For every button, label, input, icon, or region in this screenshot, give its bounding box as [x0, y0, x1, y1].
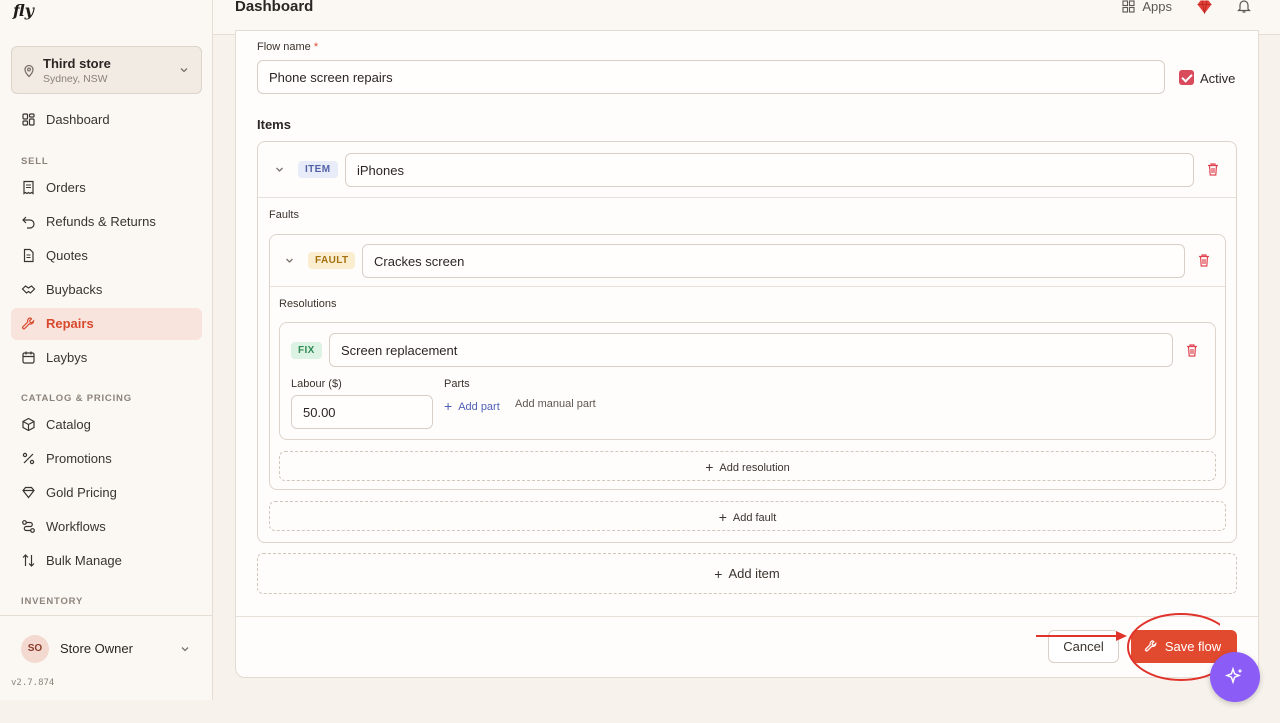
- flow-name-input[interactable]: Phone screen repairs: [257, 60, 1165, 94]
- app-logo[interactable]: fly: [13, 1, 34, 20]
- workflow-icon: [22, 520, 35, 533]
- sidebar-item-buybacks[interactable]: Buybacks: [11, 274, 202, 306]
- footer-divider: [236, 616, 1258, 617]
- add-part-link[interactable]: + Add part: [444, 398, 500, 414]
- sidebar: fly Third store Sydney, NSW Dashboard SE…: [0, 0, 213, 700]
- active-checkbox[interactable]: [1179, 70, 1194, 85]
- add-item-button[interactable]: + Add item: [257, 553, 1237, 594]
- grid-icon: [1122, 0, 1135, 13]
- plus-icon: +: [705, 459, 714, 475]
- parts-label: Parts: [444, 378, 470, 390]
- plus-icon: +: [714, 566, 723, 582]
- fault-card: FAULT Crackes screen Resolutions FIX Scr…: [269, 234, 1226, 490]
- box-icon: [22, 417, 35, 432]
- trash-icon[interactable]: [1185, 343, 1199, 358]
- gem-icon[interactable]: [1196, 0, 1213, 15]
- fault-badge: FAULT: [308, 252, 356, 269]
- chevron-down-icon: [181, 647, 189, 652]
- trash-icon[interactable]: [1197, 253, 1211, 268]
- resolutions-label: Resolutions: [279, 298, 337, 310]
- sidebar-item-quotes[interactable]: Quotes: [11, 240, 202, 272]
- fix-name-input[interactable]: Screen replacement: [329, 333, 1173, 367]
- return-arrow-icon: [22, 216, 35, 229]
- wrench-icon: [1144, 640, 1157, 652]
- sidebar-item-catalog[interactable]: Catalog: [11, 409, 202, 441]
- plus-icon: +: [444, 398, 453, 414]
- chevron-down-icon: [180, 68, 188, 73]
- cancel-button[interactable]: Cancel: [1048, 630, 1119, 663]
- sidebar-item-dashboard[interactable]: Dashboard: [11, 104, 202, 136]
- percent-icon: [22, 452, 35, 465]
- sidebar-item-label: Laybys: [46, 350, 88, 365]
- sidebar-item-laybys[interactable]: Laybys: [11, 342, 202, 374]
- item-badge: ITEM: [298, 161, 338, 178]
- sidebar-item-label: Dashboard: [46, 112, 110, 127]
- resolution-card: FIX Screen replacement Labour ($) 50.00 …: [279, 322, 1216, 440]
- item-card: ITEM iPhones Faults FAULT Crackes screen…: [257, 141, 1237, 543]
- section-inventory: INVENTORY: [21, 596, 84, 607]
- store-selector[interactable]: Third store Sydney, NSW: [11, 46, 202, 94]
- calendar-icon: [22, 351, 35, 364]
- flow-form-card: Flow name * Phone screen repairs Active …: [235, 30, 1259, 678]
- sidebar-item-refunds[interactable]: Refunds & Returns: [11, 206, 202, 238]
- sidebar-item-label: Gold Pricing: [46, 485, 117, 500]
- sort-arrows-icon: [22, 554, 35, 567]
- section-sell: SELL: [21, 156, 49, 167]
- user-menu[interactable]: SO Store Owner v2.7.874: [0, 615, 213, 700]
- ai-assistant-button[interactable]: [1210, 652, 1260, 702]
- store-location: Sydney, NSW: [43, 73, 108, 85]
- labour-input[interactable]: 50.00: [291, 395, 433, 429]
- labour-label: Labour ($): [291, 378, 342, 390]
- sidebar-item-label: Buybacks: [46, 282, 103, 297]
- bell-icon[interactable]: [1236, 0, 1252, 14]
- sidebar-item-label: Workflows: [46, 519, 106, 534]
- add-resolution-button[interactable]: + Add resolution: [279, 451, 1216, 481]
- section-catalog: CATALOG & PRICING: [21, 393, 132, 404]
- trash-icon[interactable]: [1206, 162, 1220, 177]
- sidebar-item-label: Refunds & Returns: [46, 214, 156, 229]
- sidebar-item-promotions[interactable]: Promotions: [11, 443, 202, 475]
- dashboard-icon: [22, 113, 35, 126]
- chevron-down-icon[interactable]: [274, 164, 285, 175]
- flow-name-label: Flow name *: [257, 41, 319, 53]
- location-pin-icon: [24, 64, 34, 78]
- sparkle-icon: [1224, 666, 1243, 685]
- plus-icon: +: [718, 509, 727, 525]
- sidebar-item-bulk-manage[interactable]: Bulk Manage: [11, 545, 202, 577]
- user-name: Store Owner: [60, 641, 133, 656]
- diamond-icon: [22, 486, 35, 499]
- add-fault-button[interactable]: + Add fault: [269, 501, 1226, 531]
- apps-button[interactable]: Apps: [1142, 0, 1172, 14]
- page-title: Dashboard: [235, 0, 314, 15]
- item-name-input[interactable]: iPhones: [345, 153, 1194, 187]
- app-version: v2.7.874: [11, 678, 55, 688]
- sidebar-item-gold-pricing[interactable]: Gold Pricing: [11, 477, 202, 509]
- sidebar-item-label: Promotions: [46, 451, 112, 466]
- sidebar-item-label: Orders: [46, 180, 86, 195]
- sidebar-item-label: Repairs: [46, 316, 94, 331]
- document-icon: [23, 248, 34, 263]
- store-name: Third store: [43, 56, 111, 71]
- sidebar-item-repairs[interactable]: Repairs: [11, 308, 202, 340]
- sidebar-item-workflows[interactable]: Workflows: [11, 511, 202, 543]
- handshake-icon: [21, 285, 36, 294]
- active-label: Active: [1200, 71, 1236, 86]
- avatar: SO: [21, 635, 49, 663]
- receipt-icon: [23, 180, 34, 195]
- faults-label: Faults: [269, 209, 299, 221]
- sidebar-item-label: Catalog: [46, 417, 91, 432]
- items-heading: Items: [257, 117, 291, 132]
- wrench-icon: [22, 317, 35, 330]
- sidebar-item-orders[interactable]: Orders: [11, 172, 202, 204]
- fix-badge: FIX: [291, 342, 322, 359]
- chevron-down-icon[interactable]: [284, 255, 295, 266]
- sidebar-item-label: Bulk Manage: [46, 553, 122, 568]
- fault-name-input[interactable]: Crackes screen: [362, 244, 1185, 278]
- sidebar-item-label: Quotes: [46, 248, 88, 263]
- add-manual-part-link[interactable]: Add manual part: [515, 398, 596, 410]
